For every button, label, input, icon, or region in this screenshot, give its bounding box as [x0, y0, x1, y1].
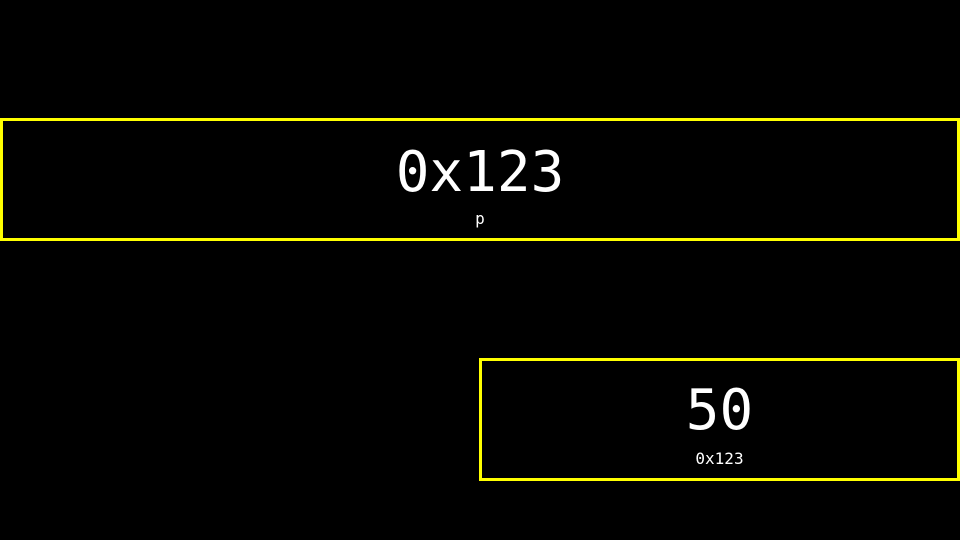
pointer-label: p — [475, 209, 485, 228]
target-address-label: 0x123 — [695, 449, 744, 468]
target-variable-box: 50 0x123 — [479, 358, 960, 481]
target-value: 50 — [685, 378, 754, 443]
pointer-value: 0x123 — [395, 140, 565, 205]
pointer-variable-box: 0x123 p — [0, 118, 960, 241]
memory-diagram: 0x123 p 50 0x123 — [0, 0, 960, 540]
